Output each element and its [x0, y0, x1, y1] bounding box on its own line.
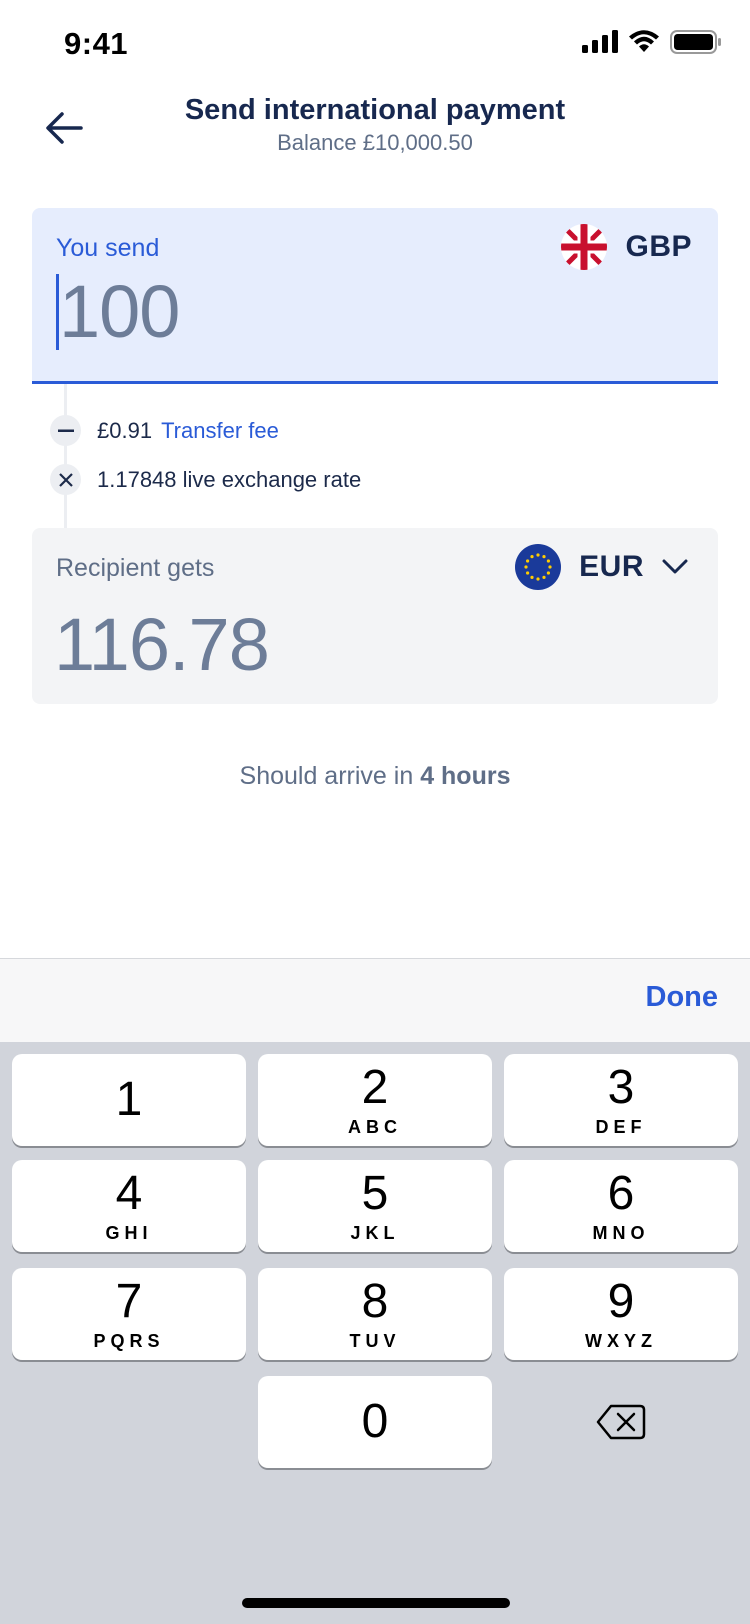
key-2[interactable]: 2 ABC — [258, 1054, 492, 1146]
send-currency-selector[interactable]: GBP — [561, 224, 692, 270]
backspace-icon — [596, 1404, 646, 1440]
key-digit: 3 — [607, 1061, 635, 1114]
minus-icon — [50, 415, 81, 446]
key-8[interactable]: 8 TUV — [258, 1268, 492, 1360]
send-amount-card[interactable]: You send GBP 100 — [32, 208, 718, 384]
balance-text: Balance £10,000.50 — [277, 130, 473, 155]
wifi-icon — [629, 30, 659, 52]
key-letters: WXYZ — [585, 1331, 657, 1351]
arrival-prefix: Should arrive in — [239, 762, 414, 790]
key-digit: 0 — [361, 1395, 389, 1448]
key-digit: 4 — [115, 1167, 143, 1220]
recipient-currency-selector[interactable]: EUR — [515, 544, 688, 590]
status-icons — [582, 30, 722, 54]
key-letters: PQRS — [93, 1331, 165, 1351]
page-title: Send international payment — [184, 94, 566, 126]
send-currency-code: GBP — [625, 230, 692, 263]
key-digit: 6 — [607, 1167, 635, 1220]
key-3[interactable]: 3 DEF — [504, 1054, 738, 1146]
key-4[interactable]: 4 GHI — [12, 1160, 246, 1252]
delete-key[interactable] — [504, 1376, 738, 1468]
key-letters: DEF — [595, 1117, 647, 1137]
recipient-label: Recipient gets — [56, 554, 215, 582]
transfer-fee-link[interactable]: Transfer fee — [161, 418, 279, 444]
cellular-signal-icon — [582, 30, 618, 53]
arrival-estimate: Should arrive in 4 hours — [0, 762, 750, 791]
key-6[interactable]: 6 MNO — [504, 1160, 738, 1252]
key-digit: 1 — [115, 1073, 143, 1126]
fee-connector-line — [64, 384, 67, 529]
done-button[interactable]: Done — [646, 981, 719, 1014]
recipient-currency-code: EUR — [579, 550, 644, 583]
key-letters: JKL — [350, 1223, 400, 1243]
chevron-down-icon — [662, 559, 688, 574]
key-digit: 2 — [361, 1061, 389, 1114]
key-1[interactable]: 1 — [12, 1054, 246, 1146]
key-letters: MNO — [592, 1223, 650, 1243]
status-time: 9:41 — [64, 26, 129, 61]
keyboard-toolbar: Done — [0, 958, 750, 1042]
send-amount-field[interactable]: 100 — [56, 270, 180, 353]
eu-flag-icon — [515, 544, 562, 590]
key-letters: GHI — [105, 1223, 153, 1243]
exchange-rate-text: 1.17848 live exchange rate — [97, 466, 362, 492]
key-digit: 5 — [361, 1167, 389, 1220]
multiply-icon — [50, 464, 81, 495]
key-digit: 8 — [361, 1275, 389, 1328]
fee-amount: £0.91 — [97, 417, 153, 443]
key-digit: 7 — [115, 1275, 143, 1328]
payment-screen: 9:41 Send international payment Balance … — [0, 0, 750, 1624]
key-digit: 9 — [607, 1275, 635, 1328]
key-5[interactable]: 5 JKL — [258, 1160, 492, 1252]
status-bar: 9:41 — [0, 0, 750, 90]
key-letters: ABC — [348, 1117, 402, 1137]
exchange-rate-row: 1.17848 live exchange rate — [50, 464, 361, 495]
battery-icon — [670, 30, 721, 54]
home-indicator[interactable] — [242, 1598, 510, 1608]
uk-flag-icon — [561, 224, 608, 270]
recipient-amount-card[interactable]: Recipient gets EUR 116.78 — [32, 528, 718, 704]
key-9[interactable]: 9 WXYZ — [504, 1268, 738, 1360]
key-letters: TUV — [349, 1331, 401, 1351]
key-7[interactable]: 7 PQRS — [12, 1268, 246, 1360]
arrival-time: 4 hours — [420, 762, 511, 790]
key-0[interactable]: 0 — [258, 1376, 492, 1468]
recipient-amount-value: 116.78 — [54, 603, 270, 686]
numeric-keypad: 1 2 ABC 3 DEF 4 GHI 5 JKL 6 MNO 7 PQRS 8… — [0, 1042, 750, 1624]
send-label: You send — [56, 234, 160, 262]
send-amount-value: 100 — [59, 270, 180, 353]
transfer-fee-row: £0.91 Transfer fee — [50, 415, 279, 446]
